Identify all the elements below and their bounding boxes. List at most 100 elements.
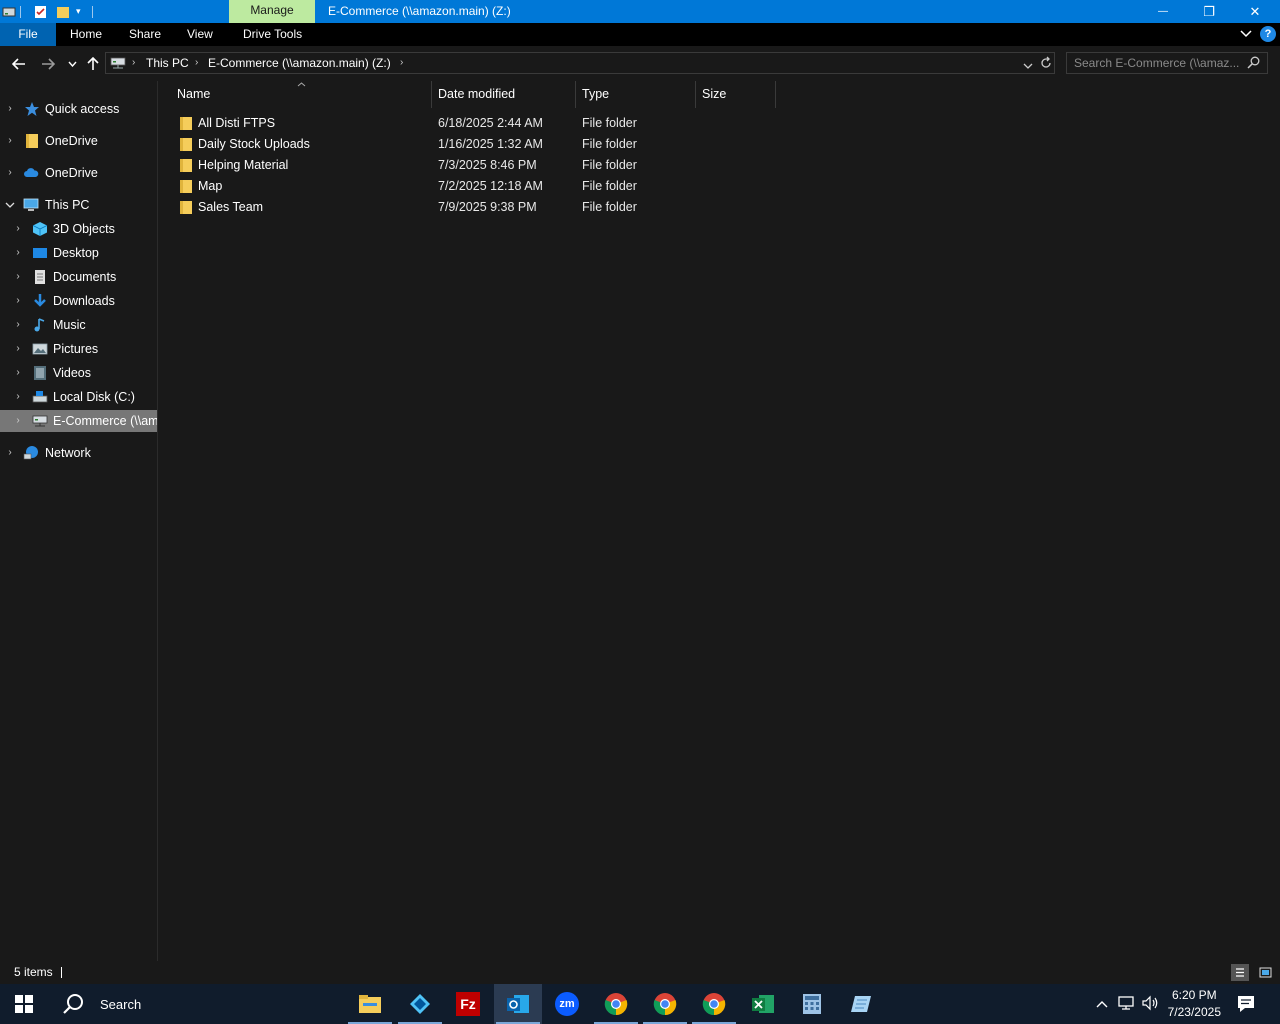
taskbar-app-filezilla[interactable]: Fz <box>444 984 492 1024</box>
chevron-right-icon[interactable]: › <box>13 290 23 312</box>
nav-item-network[interactable]: › Network <box>0 442 157 464</box>
action-center-button[interactable] <box>1236 994 1256 1017</box>
chevron-right-icon[interactable]: › <box>13 410 23 432</box>
taskbar-search-label: Search <box>100 996 142 1012</box>
nav-item-this-pc[interactable]: This PC <box>0 194 157 216</box>
chrome-icon <box>653 993 677 1016</box>
nav-item-local-disk[interactable]: › Local Disk (C:) <box>0 386 157 408</box>
file-row[interactable]: Helping Material 7/3/2025 8:46 PM File f… <box>173 155 643 176</box>
taskbar-app-chrome-profile-2[interactable] <box>641 984 689 1024</box>
volume-icon[interactable] <box>1141 995 1159 1014</box>
search-icon[interactable] <box>1247 56 1260 72</box>
taskbar-app-chrome[interactable] <box>592 984 640 1024</box>
file-row[interactable]: Sales Team 7/9/2025 9:38 PM File folder <box>173 197 643 218</box>
refresh-button[interactable] <box>1040 56 1052 73</box>
nav-item-label: Downloads <box>53 294 115 308</box>
column-type[interactable]: Type <box>576 81 696 108</box>
chrome-icon <box>702 993 726 1016</box>
minimize-button[interactable]: — <box>1140 0 1186 23</box>
column-date-modified[interactable]: Date modified <box>432 81 576 108</box>
taskbar-app-chrome-profile-3[interactable] <box>690 984 738 1024</box>
search-box[interactable] <box>1066 52 1268 74</box>
tab-file[interactable]: File <box>0 23 56 46</box>
taskbar-search[interactable]: Search <box>48 984 152 1024</box>
nav-item-onedrive-personal[interactable]: › OneDrive <box>0 130 157 152</box>
nav-item-videos[interactable]: › Videos <box>0 362 157 384</box>
file-row[interactable]: All Disti FTPS 6/18/2025 2:44 AM File fo… <box>173 113 643 134</box>
chevron-down-icon[interactable] <box>5 194 15 216</box>
breadcrumb-this-pc[interactable]: This PC <box>146 53 189 73</box>
customize-qa-icon[interactable]: ▾ <box>76 3 81 20</box>
status-bar: 5 items <box>0 961 1280 984</box>
folder-icon <box>180 159 192 172</box>
file-type: File folder <box>582 116 637 130</box>
nav-item-quick-access[interactable]: › Quick access <box>0 98 157 120</box>
nav-item-desktop[interactable]: › Desktop <box>0 242 157 264</box>
up-button[interactable] <box>83 54 103 74</box>
item-count: 5 items <box>14 965 53 979</box>
column-size[interactable]: Size <box>696 81 776 108</box>
nav-item-label: Desktop <box>53 246 99 260</box>
file-type: File folder <box>582 137 637 151</box>
taskbar-app-notes[interactable] <box>837 984 885 1024</box>
drive-icon[interactable] <box>2 3 16 20</box>
nav-item-onedrive[interactable]: › OneDrive <box>0 162 157 184</box>
recent-locations-button[interactable] <box>62 54 82 74</box>
column-name[interactable]: Name <box>171 81 432 108</box>
chevron-right-icon[interactable]: › <box>5 162 15 184</box>
nav-item-downloads[interactable]: › Downloads <box>0 290 157 312</box>
status-divider <box>61 967 62 978</box>
chevron-right-icon[interactable]: › <box>5 442 15 464</box>
nav-item-label: Local Disk (C:) <box>53 390 135 404</box>
tab-drive-tools[interactable]: Drive Tools <box>233 23 312 46</box>
ribbon-collapse-button[interactable] <box>1238 25 1254 43</box>
chevron-down-icon <box>1023 63 1033 69</box>
chevron-right-icon[interactable]: › <box>13 386 23 408</box>
help-button[interactable]: ? <box>1260 26 1276 42</box>
nav-item-music[interactable]: › Music <box>0 314 157 336</box>
back-button[interactable] <box>9 54 29 74</box>
tab-view[interactable]: View <box>177 23 223 46</box>
taskbar-app-outlook[interactable] <box>494 984 542 1024</box>
breadcrumb-e-commerce[interactable]: E-Commerce (\\amazon.main) (Z:) <box>208 53 391 73</box>
chevron-right-icon[interactable]: › <box>13 338 23 360</box>
chevron-right-icon[interactable]: › <box>13 266 23 288</box>
close-button[interactable]: ✕ <box>1232 0 1278 23</box>
chevron-right-icon[interactable]: › <box>13 242 23 264</box>
chevron-right-icon[interactable]: › <box>5 130 15 152</box>
file-row[interactable]: Map 7/2/2025 12:18 AM File folder <box>173 176 643 197</box>
new-folder-icon[interactable] <box>56 3 70 20</box>
tab-home[interactable]: Home <box>60 23 112 46</box>
chevron-right-icon[interactable]: › <box>13 314 23 336</box>
show-hidden-icons-button[interactable] <box>1094 995 1110 1013</box>
nav-item-pictures[interactable]: › Pictures <box>0 338 157 360</box>
nav-item-label: Quick access <box>45 102 120 116</box>
taskbar-app-excel[interactable] <box>739 984 787 1024</box>
chevron-right-icon[interactable]: › <box>13 362 23 384</box>
details-view-button[interactable] <box>1231 964 1249 981</box>
network-status-icon[interactable] <box>1117 995 1135 1014</box>
taskbar-app-calculator[interactable] <box>788 984 836 1024</box>
address-history-button[interactable] <box>1023 59 1033 73</box>
nav-item-label: Network <box>45 446 91 460</box>
taskbar-app-zoom[interactable]: zm <box>543 984 591 1024</box>
forward-button[interactable] <box>38 54 58 74</box>
manage-tab[interactable]: Manage <box>229 0 315 23</box>
clock[interactable]: 6:20 PM 7/23/2025 <box>1168 987 1221 1021</box>
nav-item-e-commerce[interactable]: › E-Commerce (\\amazon.main) (Z:) <box>0 410 157 432</box>
search-input[interactable] <box>1067 53 1242 73</box>
address-bar[interactable]: › This PC › E-Commerce (\\amazon.main) (… <box>105 52 1055 74</box>
start-button[interactable] <box>0 984 48 1024</box>
chevron-right-icon[interactable]: › <box>5 98 15 120</box>
file-row[interactable]: Daily Stock Uploads 1/16/2025 1:32 AM Fi… <box>173 134 643 155</box>
properties-icon[interactable] <box>34 3 47 20</box>
large-icons-view-button[interactable] <box>1256 964 1274 981</box>
maximize-button[interactable]: ❐ <box>1186 0 1232 23</box>
chevron-right-icon[interactable]: › <box>13 218 23 240</box>
nav-item-documents[interactable]: › Documents <box>0 266 157 288</box>
tab-share[interactable]: Share <box>119 23 171 46</box>
nav-item-3d-objects[interactable]: › 3D Objects <box>0 218 157 240</box>
taskbar-app-diamond[interactable] <box>396 984 444 1024</box>
taskbar-app-file-explorer[interactable] <box>346 984 394 1024</box>
column-headers: Name Date modified Type Size <box>159 81 1280 108</box>
